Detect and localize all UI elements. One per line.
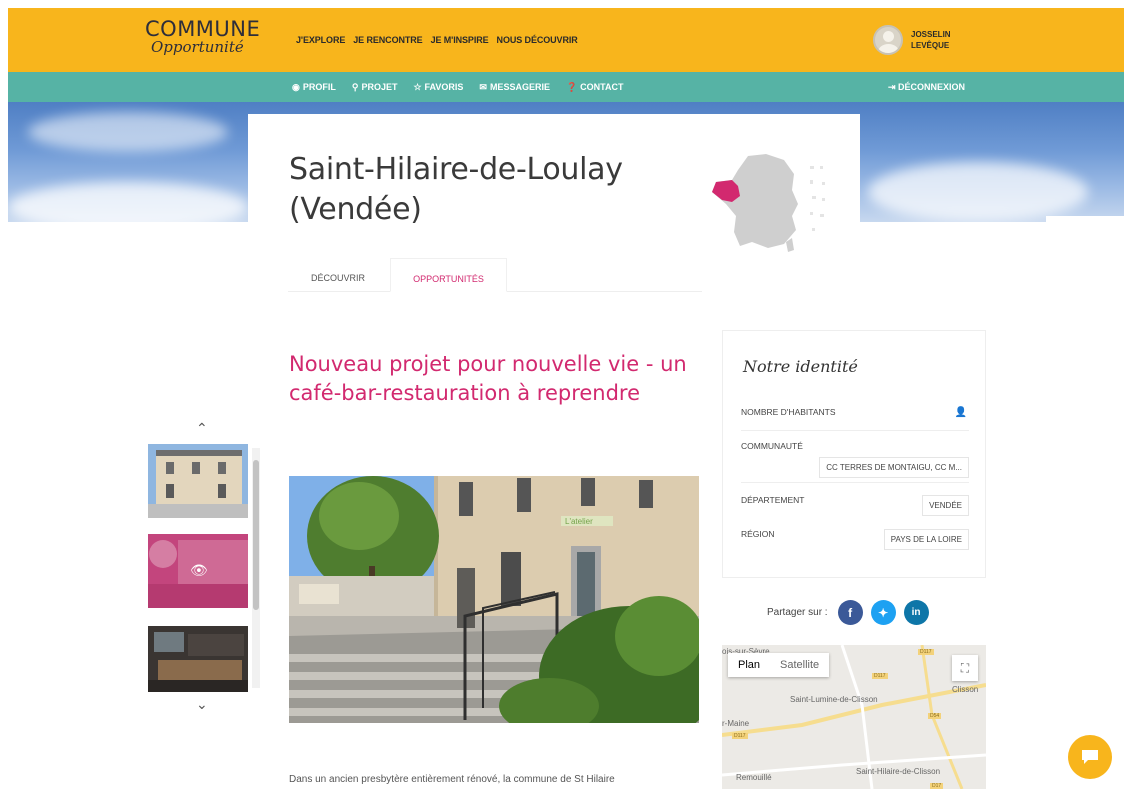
thumbnail-2-selected[interactable]: 👁 [148, 534, 248, 608]
identity-label: DÉPARTEMENT [741, 495, 805, 505]
subnav-messagerie-label: MESSAGERIE [489, 82, 550, 92]
map-type-toggle: Plan Satellite [728, 653, 830, 677]
top-navbar: COMMUNE Opportunité J'EXPLORE JE RENCONT… [8, 8, 1124, 72]
content-tabs: DÉCOUVRIR OPPORTUNITÉS [288, 258, 702, 292]
road-label: D117 [918, 649, 934, 655]
map-widget[interactable]: ois-sur-Sèvre Clisson Saint-Lumine-de-Cl… [722, 645, 986, 789]
eye-icon: 👁 [190, 562, 208, 578]
map-label: r-Maine [722, 719, 750, 728]
sub-nav: ◉ PROFIL ⚲ PROJET ☆ FAVORIS ✉ MESSAGERIE ❓ CO… [292, 82, 624, 93]
identity-row-region: RÉGION PAYS DE LA LOIRE [741, 529, 969, 557]
identity-value: VENDÉE [922, 495, 969, 516]
road-label: D117 [732, 733, 748, 739]
chat-button[interactable] [1068, 735, 1112, 779]
identity-value: CC TERRES DE MONTAIGU, CC M... [819, 457, 969, 478]
page-title-line1: Saint-Hilaire-de-Loulay [289, 152, 623, 187]
user-first-name: JOSSELIN [911, 30, 951, 39]
photo-sign-text: L'atelier [565, 517, 593, 526]
overseas-dots [810, 166, 825, 231]
linkedin-icon[interactable]: in [903, 600, 929, 625]
thumbnail-image [148, 444, 248, 518]
road-label: D117 [872, 673, 888, 679]
nav-inspire[interactable]: JE M'INSPIRE [431, 35, 489, 45]
person-icon: 👤 [954, 407, 967, 418]
subnav-contact[interactable]: ❓ CONTACT [566, 82, 624, 93]
logout-button[interactable]: ⇥ DÉCONNEXION [888, 82, 965, 93]
map-pin-icon: ⚲ [351, 82, 359, 92]
map-label: Saint-Lumine-de-Clisson [790, 695, 878, 704]
nav-rencontre[interactable]: JE RENCONTRE [353, 35, 422, 45]
road-label: D54 [928, 713, 942, 719]
subnav-favoris-label: FAVORIS [424, 82, 464, 92]
gallery-scroll-thumb[interactable] [253, 460, 259, 610]
cloud [8, 182, 248, 222]
tab-opportunites[interactable]: OPPORTUNITÉS [390, 258, 507, 292]
logo-sub-text: Opportunité [151, 38, 244, 56]
tab-decouvrir[interactable]: DÉCOUVRIR [288, 258, 388, 292]
share-bar: Partager sur : f ✦ in [767, 600, 929, 625]
identity-title: Notre identité [743, 357, 858, 376]
share-label: Partager sur : [767, 607, 828, 618]
logo-main-text: COMMUNE [145, 17, 261, 41]
fullscreen-icon[interactable]: ⛶ [952, 655, 978, 681]
gallery-scrollbar[interactable] [252, 448, 260, 688]
main-photo-image: L'atelier [289, 476, 699, 723]
subnav-profil-label: PROFIL [302, 82, 336, 92]
thumbnail-gallery: 👁 [148, 444, 262, 692]
map-label: Saint-Hilaire-de-Clisson [856, 767, 941, 776]
nav-decouvrir[interactable]: NOUS DÉCOUVRIR [497, 35, 578, 45]
main-nav: J'EXPLORE JE RENCONTRE JE M'INSPIRE NOUS… [296, 35, 578, 45]
thumbnail-1[interactable] [148, 444, 248, 518]
identity-row-departement: DÉPARTEMENT VENDÉE [741, 495, 969, 523]
identity-label: COMMUNAUTÉ [741, 441, 803, 451]
user-circle-icon: ◉ [292, 82, 300, 92]
twitter-icon[interactable]: ✦ [870, 600, 896, 625]
avatar[interactable] [873, 25, 903, 55]
identity-row-communaute: COMMUNAUTÉ CC TERRES DE MONTAIGU, CC M..… [741, 441, 969, 483]
subnav-projet-label: PROJET [361, 82, 398, 92]
project-title: Nouveau projet pour nouvelle vie - un ca… [289, 352, 687, 405]
facebook-icon[interactable]: f [837, 600, 863, 625]
main-photo: L'atelier [289, 476, 699, 723]
identity-card: Notre identité NOMBRE D'HABITANTS 👤 COMM… [722, 330, 986, 578]
thumbnail-image [148, 626, 248, 692]
cloud [868, 162, 1088, 222]
identity-row-habitants: NOMBRE D'HABITANTS 👤 [741, 407, 969, 431]
envelope-icon: ✉ [479, 82, 487, 92]
user-last-name: LEVÊQUE [911, 41, 950, 50]
france-map [712, 154, 825, 252]
france-shape [712, 154, 798, 248]
logout-label: DÉCONNEXION [898, 82, 966, 92]
body-text: Dans un ancien presbytère entièrement ré… [289, 774, 615, 785]
page-title-line2: (Vendée) [289, 192, 422, 227]
thumbnail-3[interactable] [148, 626, 248, 692]
user-menu[interactable]: JOSSELIN LEVÊQUE [873, 25, 951, 55]
cloud [28, 112, 228, 152]
page-title: Saint-Hilaire-de-Loulay (Vendée) [289, 150, 623, 230]
nav-explore[interactable]: J'EXPLORE [296, 35, 345, 45]
map-label: Remouillé [736, 773, 772, 782]
identity-label: RÉGION [741, 529, 775, 539]
subnav-messagerie[interactable]: ✉ MESSAGERIE [479, 82, 550, 93]
subnav-profil[interactable]: ◉ PROFIL [292, 82, 336, 93]
map-tab-plan[interactable]: Plan [728, 653, 770, 677]
question-icon: ❓ [565, 82, 578, 92]
banner-edge [1046, 216, 1124, 226]
map-label: Clisson [952, 685, 979, 694]
subnav-favoris[interactable]: ☆ FAVORIS [413, 82, 463, 93]
identity-label: NOMBRE D'HABITANTS [741, 407, 836, 417]
map-tab-satellite[interactable]: Satellite [770, 653, 829, 677]
star-icon: ☆ [413, 82, 422, 92]
chevron-down-icon[interactable]: ⌄ [196, 696, 208, 713]
road-label: D17 [930, 783, 944, 789]
identity-value: PAYS DE LA LOIRE [883, 529, 969, 550]
chat-bubble-icon [1082, 750, 1098, 764]
subnav-contact-label: CONTACT [580, 82, 624, 92]
chevron-up-icon[interactable]: ⌃ [196, 420, 208, 437]
subnav-projet[interactable]: ⚲ PROJET [352, 82, 398, 93]
logout-icon: ⇥ [888, 82, 899, 92]
logo[interactable]: COMMUNE Opportunité [145, 18, 265, 62]
sub-navbar: ◉ PROFIL ⚲ PROJET ☆ FAVORIS ✉ MESSAGERIE ❓ CO… [8, 72, 1124, 102]
